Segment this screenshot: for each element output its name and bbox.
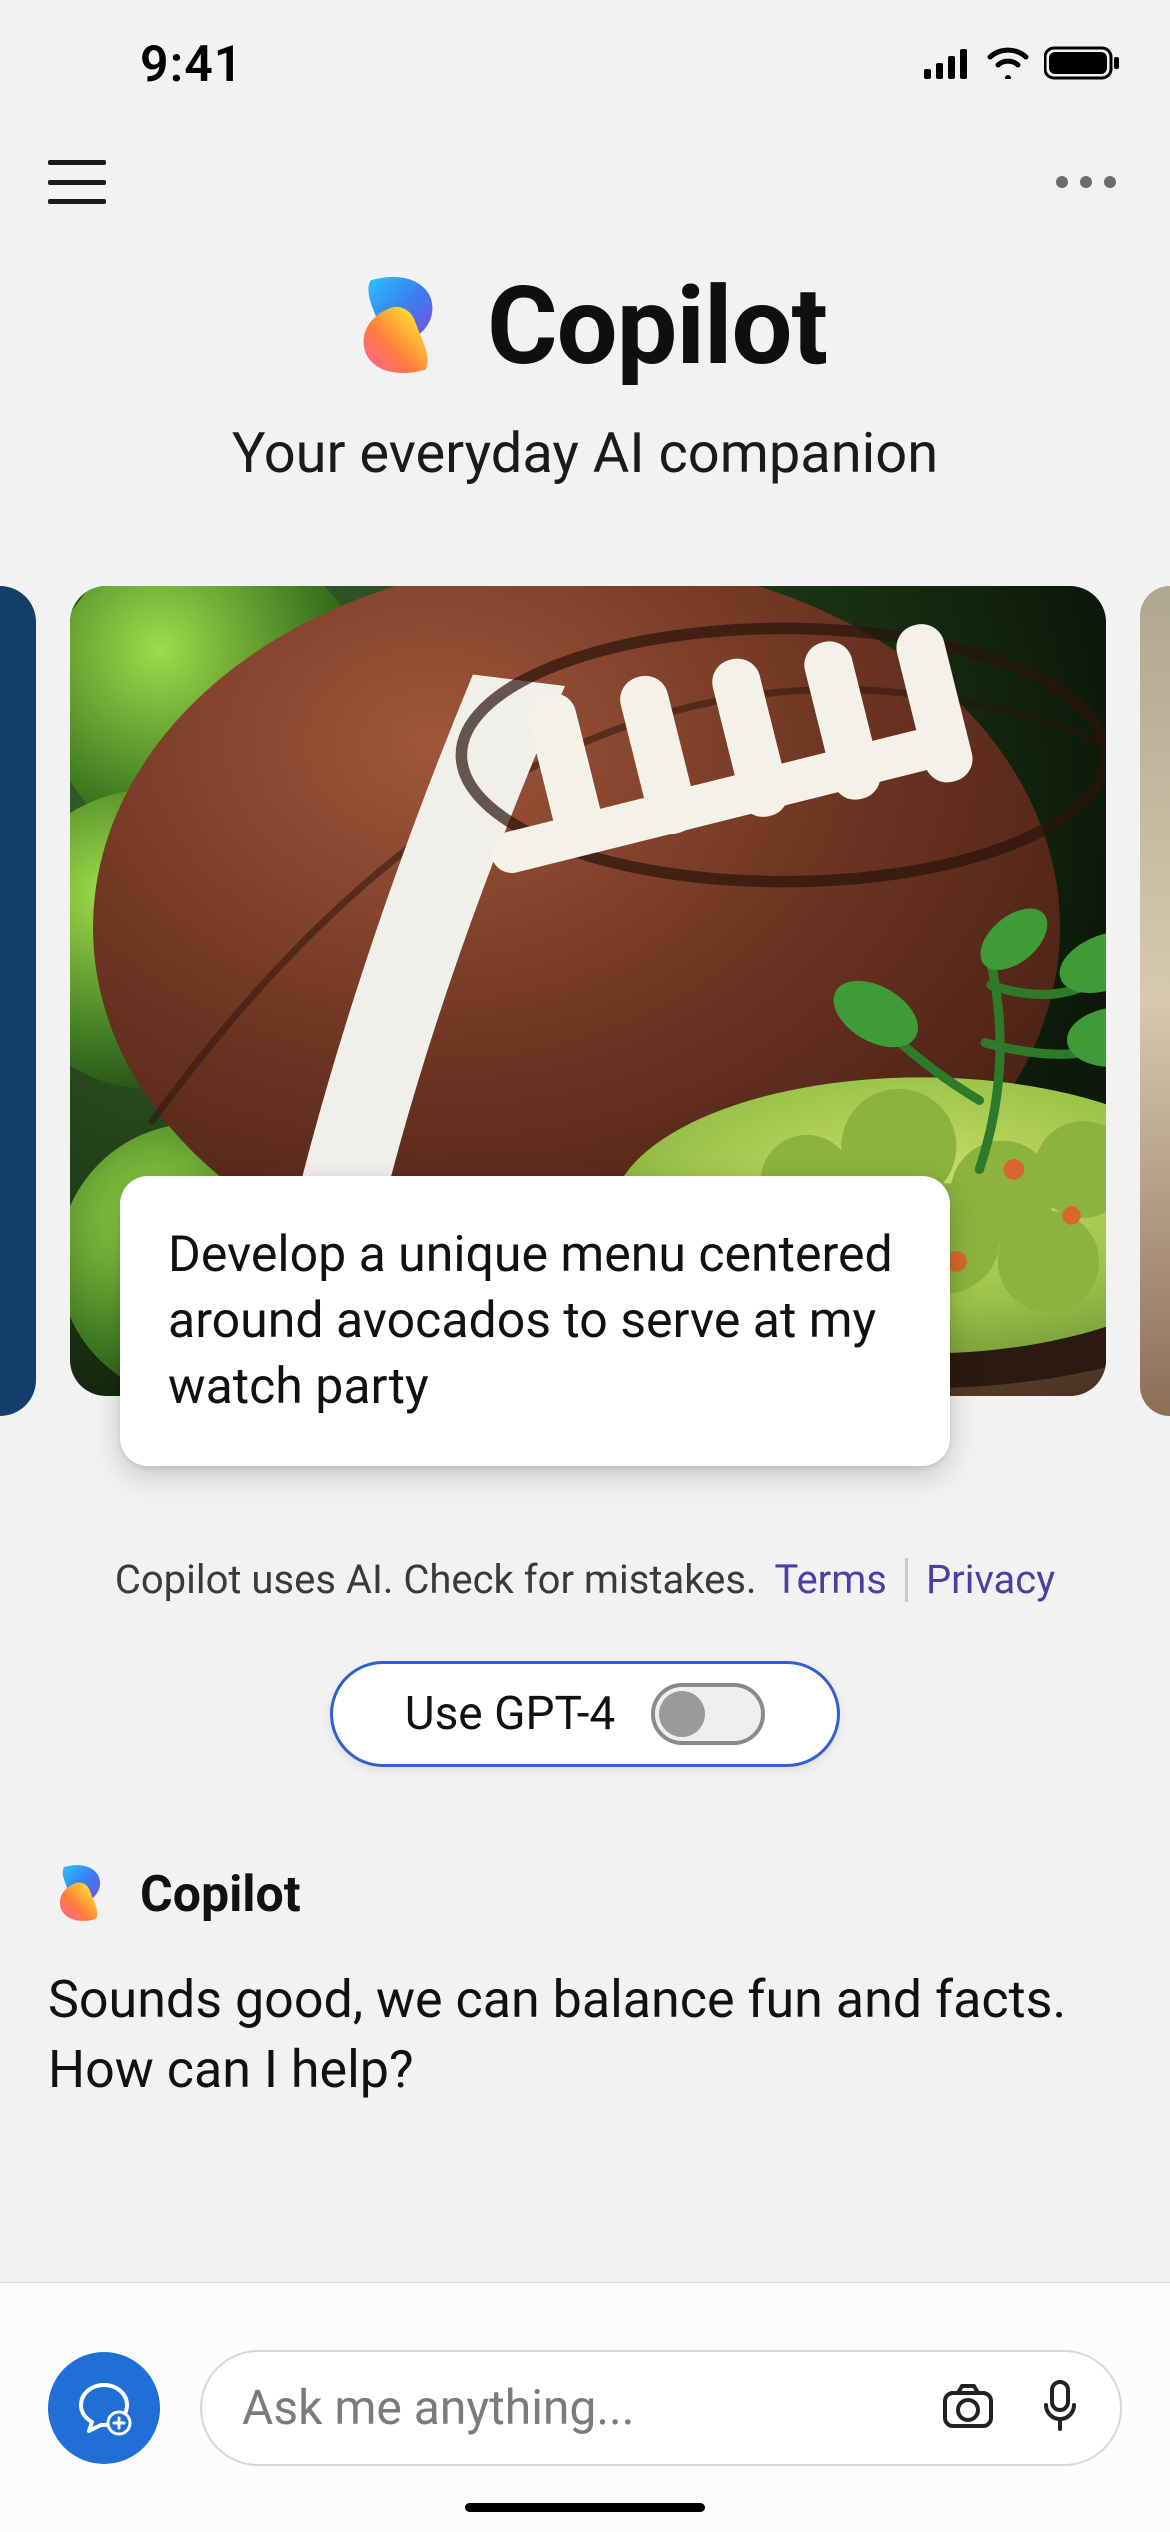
battery-icon <box>1044 45 1120 85</box>
input-area: Ask me anything... <box>0 2282 1170 2532</box>
copilot-logo-small-icon <box>48 1861 112 1929</box>
status-time: 9:41 <box>50 36 243 94</box>
terms-link[interactable]: Terms <box>775 1556 887 1603</box>
divider <box>905 1558 908 1602</box>
suggestion-card[interactable]: Develop a unique menu centered around av… <box>70 586 1106 1416</box>
top-nav <box>0 120 1170 244</box>
gpt4-toggle-label: Use GPT-4 <box>405 1687 616 1741</box>
app-subtitle: Your everyday AI companion <box>40 420 1130 486</box>
disclaimer-text: Copilot uses AI. Check for mistakes. <box>115 1556 757 1603</box>
fade-overlay <box>0 2222 1170 2282</box>
status-icons <box>924 45 1120 85</box>
status-bar: 9:41 <box>0 0 1170 120</box>
microphone-icon[interactable] <box>1040 2379 1080 2437</box>
message-placeholder: Ask me anything... <box>242 2379 912 2436</box>
toggle-knob <box>659 1691 705 1737</box>
copilot-logo-icon <box>343 270 453 384</box>
menu-button[interactable] <box>48 160 106 204</box>
response-block: Copilot Sounds good, we can balance fun … <box>0 1767 1170 2105</box>
camera-icon[interactable] <box>942 2383 994 2433</box>
message-input[interactable]: Ask me anything... <box>200 2350 1122 2466</box>
hero: Copilot Your everyday AI companion <box>0 244 1170 526</box>
carousel-next-card-edge[interactable] <box>1140 586 1170 1416</box>
privacy-link[interactable]: Privacy <box>926 1556 1055 1603</box>
cellular-icon <box>924 47 972 83</box>
toggle-switch[interactable] <box>651 1683 765 1745</box>
wifi-icon <box>986 47 1030 83</box>
assistant-message: Sounds good, we can balance fun and fact… <box>48 1965 1122 2105</box>
more-button[interactable] <box>1056 176 1122 188</box>
assistant-name: Copilot <box>140 1866 301 1924</box>
disclaimer-row: Copilot uses AI. Check for mistakes. Ter… <box>0 1556 1170 1603</box>
new-topic-button[interactable] <box>48 2352 160 2464</box>
suggestion-prompt[interactable]: Develop a unique menu centered around av… <box>120 1176 950 1466</box>
home-indicator <box>465 2503 705 2512</box>
suggestion-carousel[interactable]: Develop a unique menu centered around av… <box>0 526 1170 1416</box>
app-title: Copilot <box>487 264 827 390</box>
chat-plus-icon <box>75 2379 133 2437</box>
gpt4-toggle[interactable]: Use GPT-4 <box>330 1661 840 1767</box>
carousel-prev-card-edge[interactable] <box>0 586 36 1416</box>
